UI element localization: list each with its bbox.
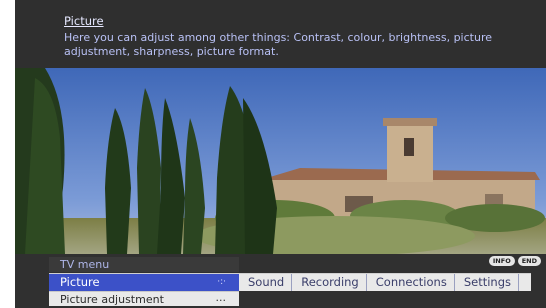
background-photo	[15, 68, 546, 254]
tab-picture[interactable]: Picture ·:·	[49, 274, 239, 291]
tab-sound[interactable]: Sound	[239, 274, 293, 291]
more-icon: ...	[215, 291, 227, 304]
tab-recording[interactable]: Recording	[292, 274, 367, 291]
info-description: Here you can adjust among other things: …	[64, 31, 492, 58]
info-button-hint[interactable]: INFO	[488, 256, 515, 266]
submenu-item-label: Picture adjustment	[60, 293, 164, 306]
info-title: Picture	[64, 14, 104, 28]
remote-hints: INFO END	[488, 256, 541, 266]
submenu-item-picture-adjustment[interactable]: Picture adjustment ...	[49, 291, 239, 306]
menu-tabbar: Picture ·:· Sound Recording Connections …	[49, 273, 531, 291]
tab-settings[interactable]: Settings	[455, 274, 519, 291]
tab-picture-label: Picture	[60, 275, 100, 289]
navigation-icon: ·:·	[217, 277, 226, 287]
info-panel: Picture Here you can adjust among other …	[15, 4, 546, 66]
end-button-hint[interactable]: END	[517, 256, 541, 266]
menu-caption: TV menu	[49, 257, 239, 272]
tab-connections[interactable]: Connections	[367, 274, 455, 291]
